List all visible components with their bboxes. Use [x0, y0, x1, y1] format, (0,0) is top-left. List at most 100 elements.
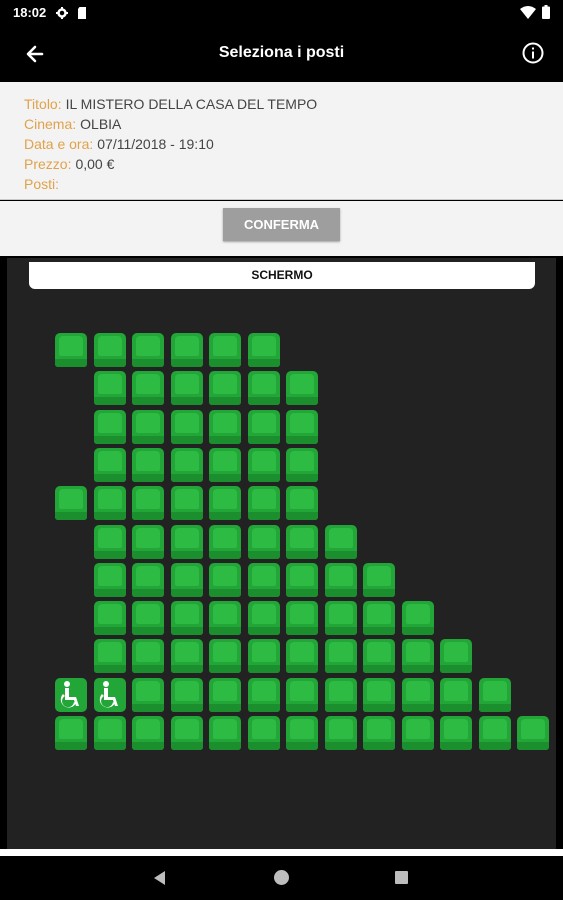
seat[interactable] [132, 601, 164, 636]
seat[interactable] [440, 639, 472, 674]
seat[interactable] [401, 601, 434, 636]
title-label: Titolo: [24, 96, 62, 112]
wheelchair-seat[interactable] [55, 677, 87, 712]
seat[interactable] [132, 524, 164, 559]
seat[interactable] [247, 409, 280, 444]
seat[interactable] [363, 639, 395, 674]
seat[interactable] [324, 677, 357, 712]
seat[interactable] [93, 371, 126, 406]
seat[interactable] [209, 486, 241, 521]
status-right-icons [520, 5, 550, 24]
seat[interactable] [170, 486, 203, 521]
seat[interactable] [132, 677, 164, 712]
seat[interactable] [247, 524, 280, 559]
seat[interactable] [170, 409, 203, 444]
seat[interactable] [132, 447, 164, 482]
nav-home-icon[interactable] [274, 870, 289, 885]
info-button[interactable] [521, 41, 545, 65]
nav-back-icon[interactable] [152, 870, 166, 891]
nav-recents-icon[interactable] [395, 871, 408, 884]
seat[interactable] [286, 716, 318, 750]
seat[interactable] [55, 486, 87, 521]
seat[interactable] [324, 716, 357, 750]
seat-map: SCHERMO [7, 258, 556, 849]
seat[interactable] [324, 601, 357, 636]
seat[interactable] [209, 716, 241, 750]
seat[interactable] [247, 486, 280, 521]
seat[interactable] [132, 333, 164, 367]
seat[interactable] [209, 562, 241, 597]
seat[interactable] [170, 447, 203, 482]
seat[interactable] [363, 562, 395, 597]
seat[interactable] [324, 562, 357, 597]
seat[interactable] [324, 524, 357, 559]
seat[interactable] [170, 601, 203, 636]
seat[interactable] [517, 716, 549, 750]
seat[interactable] [132, 486, 164, 521]
seat[interactable] [209, 639, 241, 674]
seat[interactable] [170, 333, 203, 367]
seat[interactable] [247, 447, 280, 482]
seat[interactable] [286, 601, 318, 636]
wheelchair-seat[interactable] [93, 677, 126, 712]
seat[interactable] [286, 562, 318, 597]
seat[interactable] [170, 639, 203, 674]
seat[interactable] [478, 677, 511, 712]
seat[interactable] [93, 524, 126, 559]
seat[interactable] [55, 716, 87, 750]
seat[interactable] [401, 677, 434, 712]
seat[interactable] [209, 371, 241, 406]
seat[interactable] [286, 639, 318, 674]
seat[interactable] [170, 524, 203, 559]
seat[interactable] [247, 639, 280, 674]
seat[interactable] [93, 486, 126, 521]
seat[interactable] [363, 601, 395, 636]
seat[interactable] [286, 677, 318, 712]
seat[interactable] [93, 447, 126, 482]
seat[interactable] [324, 639, 357, 674]
seat[interactable] [247, 562, 280, 597]
seat[interactable] [209, 524, 241, 559]
seat[interactable] [209, 447, 241, 482]
seat[interactable] [132, 562, 164, 597]
seat[interactable] [286, 409, 318, 444]
seat[interactable] [170, 371, 203, 406]
seat[interactable] [132, 371, 164, 406]
seat[interactable] [55, 333, 87, 367]
seat[interactable] [286, 524, 318, 559]
seat[interactable] [132, 716, 164, 750]
seat[interactable] [170, 562, 203, 597]
seat[interactable] [363, 716, 395, 750]
seat[interactable] [440, 677, 472, 712]
seat[interactable] [93, 562, 126, 597]
seat[interactable] [363, 677, 395, 712]
seat[interactable] [170, 677, 203, 712]
seat[interactable] [401, 716, 434, 750]
seat[interactable] [93, 639, 126, 674]
seat[interactable] [401, 639, 434, 674]
seat[interactable] [478, 716, 511, 750]
seat[interactable] [247, 601, 280, 636]
seat[interactable] [247, 677, 280, 712]
seat[interactable] [247, 333, 280, 367]
seat[interactable] [209, 333, 241, 367]
seat[interactable] [132, 409, 164, 444]
system-nav-bar [0, 856, 563, 900]
seat[interactable] [132, 639, 164, 674]
seat[interactable] [440, 716, 472, 750]
confirm-button[interactable]: CONFERMA [223, 208, 340, 241]
seat[interactable] [247, 716, 280, 750]
seat[interactable] [170, 716, 203, 750]
seat[interactable] [286, 486, 318, 521]
seat[interactable] [209, 601, 241, 636]
seat[interactable] [247, 371, 280, 406]
seat[interactable] [93, 601, 126, 636]
seat[interactable] [209, 409, 241, 444]
seat[interactable] [286, 447, 318, 482]
seat[interactable] [93, 333, 126, 367]
page-title: Seleziona i posti [218, 44, 345, 61]
seat[interactable] [209, 677, 241, 712]
seat[interactable] [286, 371, 318, 406]
seat[interactable] [93, 409, 126, 444]
seat[interactable] [93, 716, 126, 750]
